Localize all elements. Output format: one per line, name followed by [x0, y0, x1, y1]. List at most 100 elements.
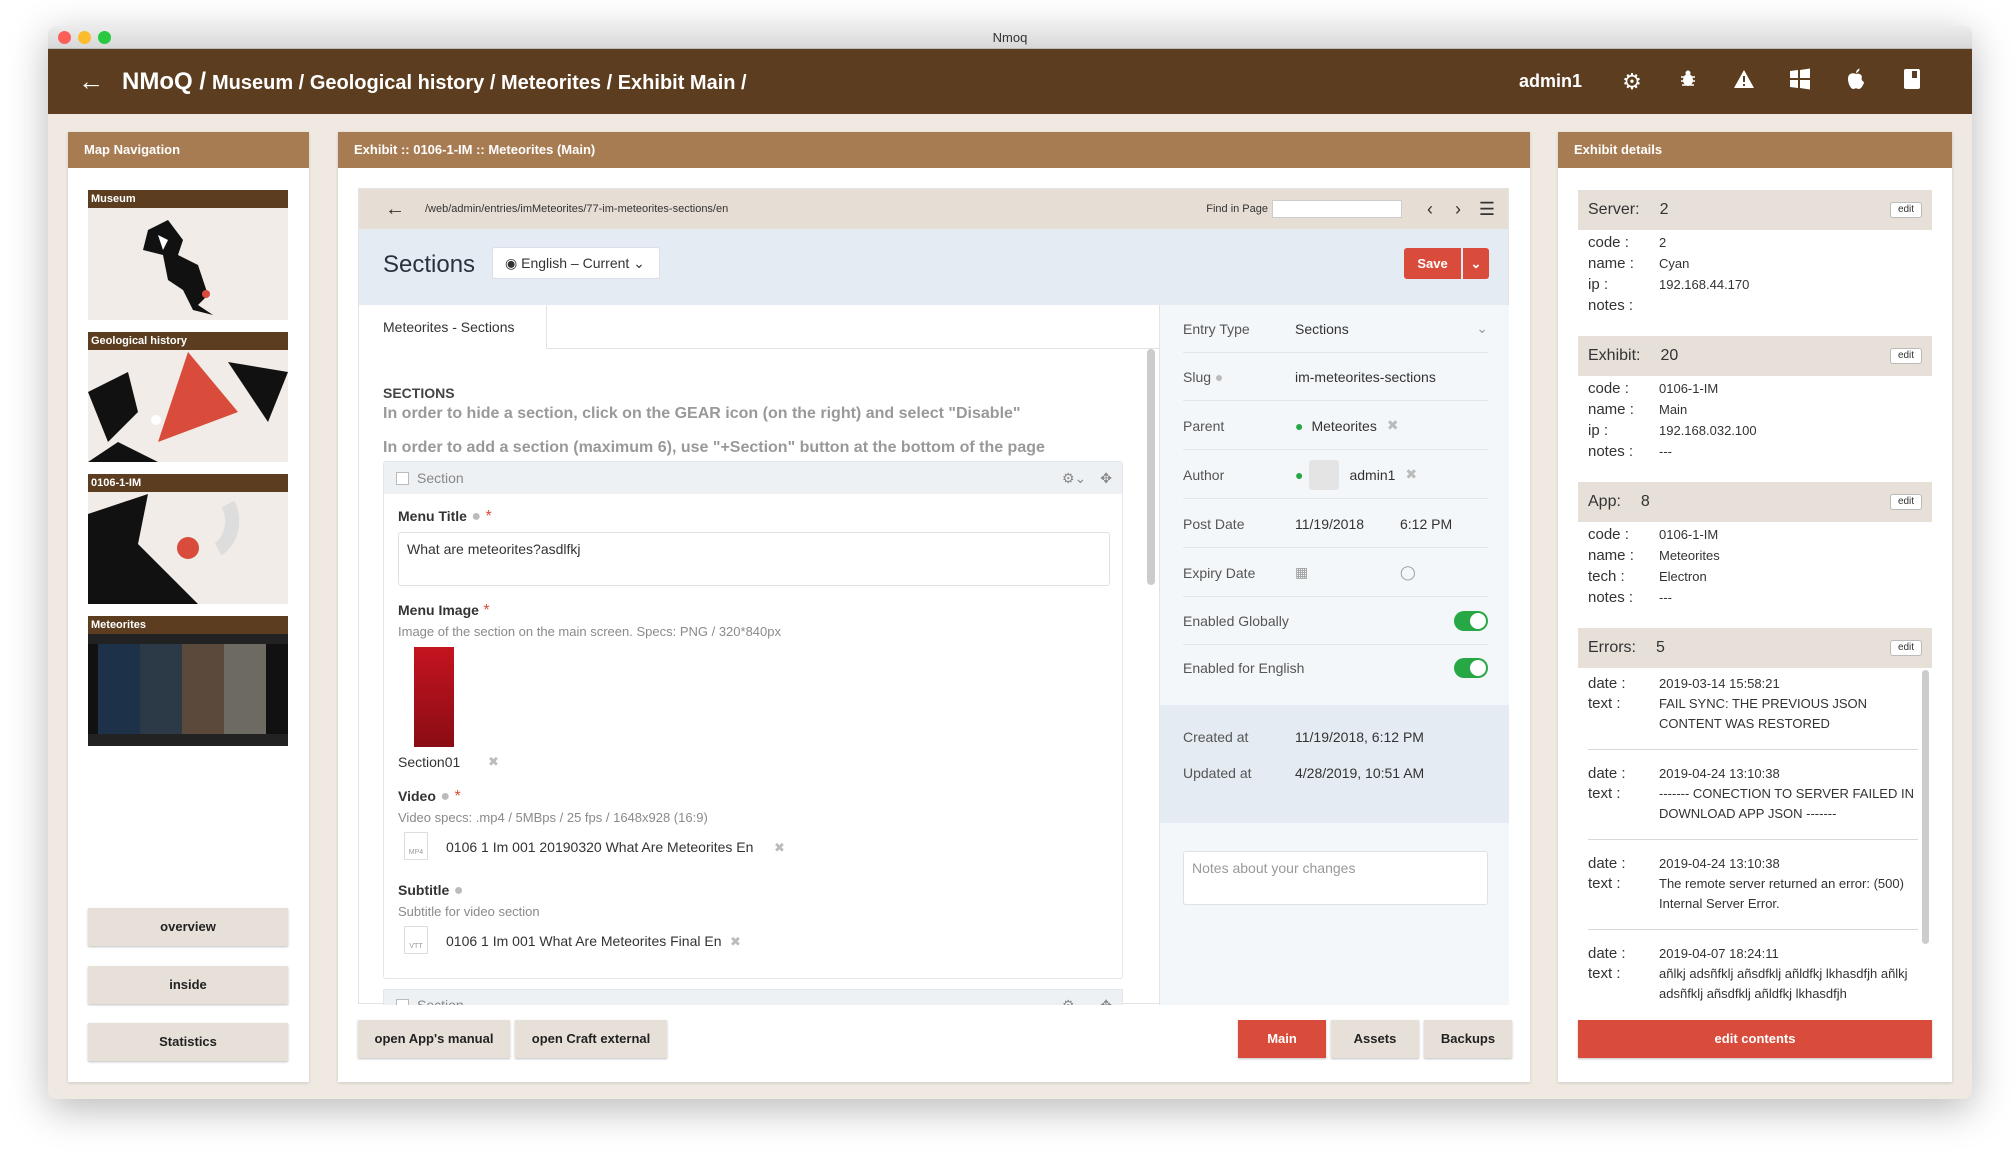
- move-icon[interactable]: ✥: [1100, 470, 1112, 487]
- app-value: 8: [1640, 493, 1650, 510]
- breadcrumb-item[interactable]: Geological history /: [310, 72, 496, 95]
- book-icon[interactable]: [1884, 68, 1940, 96]
- enabled-english-toggle[interactable]: [1454, 658, 1488, 678]
- gear-icon[interactable]: ⚙⌄: [1062, 997, 1086, 1006]
- tab-meteorites-sections[interactable]: Meteorites - Sections: [359, 305, 547, 349]
- chevron-down-icon: ⌄: [1476, 320, 1488, 336]
- app-header: App: 8 edit: [1578, 482, 1932, 522]
- chevron-down-icon: ⌄: [633, 255, 645, 271]
- panel-title: Exhibit :: 0106-1-IM :: Meteorites (Main…: [338, 132, 1530, 168]
- slug-row[interactable]: Slug ● im-meteorites-sections: [1183, 353, 1488, 401]
- clock-icon[interactable]: ◯: [1400, 564, 1416, 581]
- edit-exhibit-button[interactable]: edit: [1890, 348, 1922, 364]
- remove-icon[interactable]: ✖: [1387, 417, 1399, 434]
- chevron-left-icon[interactable]: ‹: [1416, 199, 1444, 220]
- vtt-file-icon: VTT: [404, 926, 428, 954]
- move-icon[interactable]: ✥: [1100, 997, 1112, 1006]
- remove-icon[interactable]: ✖: [1405, 466, 1417, 483]
- tab-row: Meteorites - Sections: [359, 305, 1159, 349]
- info-icon: ●: [1214, 368, 1224, 385]
- edit-server-button[interactable]: edit: [1890, 202, 1922, 218]
- error-list: date :2019-03-14 15:58:21 date : text :F…: [1558, 668, 1952, 1005]
- section-checkbox[interactable]: [396, 998, 409, 1005]
- statistics-button[interactable]: Statistics: [88, 1023, 288, 1061]
- edit-app-button[interactable]: edit: [1890, 494, 1922, 510]
- find-input[interactable]: [1272, 200, 1402, 218]
- section-checkbox[interactable]: [396, 471, 409, 485]
- breadcrumb-item[interactable]: Meteorites /: [501, 72, 612, 95]
- notes-textarea[interactable]: Notes about your changes: [1183, 851, 1488, 905]
- parent-row[interactable]: Parent ● Meteorites ✖: [1183, 402, 1488, 450]
- server-header: Server: 2 edit: [1578, 190, 1932, 230]
- breadcrumb-item[interactable]: Exhibit Main /: [618, 72, 747, 95]
- thumb-museum[interactable]: Museum: [88, 190, 288, 320]
- created-value: 11/19/2018, 6:12 PM: [1295, 729, 1424, 745]
- form-scrollbar[interactable]: [1147, 349, 1155, 585]
- server-value: 2: [1659, 201, 1669, 218]
- panel-title: Exhibit details: [1558, 132, 1952, 168]
- assets-button[interactable]: Assets: [1331, 1020, 1419, 1058]
- remove-icon[interactable]: ✖: [774, 840, 785, 856]
- main-button[interactable]: Main: [1238, 1020, 1326, 1058]
- language-select[interactable]: ◉ English – Current ⌄: [492, 247, 660, 279]
- username[interactable]: admin1: [1519, 71, 1582, 92]
- apple-icon[interactable]: [1828, 68, 1884, 96]
- url-text[interactable]: /web/admin/entries/imMeteorites/77-im-me…: [425, 203, 728, 215]
- embedded-cms: ← /web/admin/entries/imMeteorites/77-im-…: [358, 188, 1509, 1005]
- errors-label: Errors:: [1588, 639, 1636, 656]
- app-bar: ← NMoQ / Museum / Geological history / M…: [48, 49, 1972, 114]
- minimize-window-icon[interactable]: [78, 31, 91, 44]
- chevron-right-icon[interactable]: ›: [1444, 199, 1472, 220]
- warning-icon[interactable]: [1716, 69, 1772, 95]
- breadcrumb-brand[interactable]: NMoQ /: [122, 68, 206, 96]
- post-date-row[interactable]: Post Date 11/19/2018 6:12 PM: [1183, 500, 1488, 548]
- video-label: Video ● *: [398, 788, 461, 805]
- open-craft-button[interactable]: open Craft external: [515, 1020, 667, 1058]
- menu-icon[interactable]: ☰: [1472, 199, 1502, 220]
- subtitle-filename[interactable]: 0106 1 Im 001 What Are Meteorites Final …: [446, 933, 721, 949]
- open-manual-button[interactable]: open App's manual: [358, 1020, 510, 1058]
- menu-image-hint: Image of the section on the main screen.…: [398, 624, 781, 639]
- thumb-0106-1-im[interactable]: 0106-1-IM: [88, 474, 288, 604]
- post-time-value: 6:12 PM: [1400, 515, 1453, 532]
- thumb-meteorites[interactable]: Meteorites: [88, 616, 288, 746]
- back-arrow-icon[interactable]: ←: [78, 66, 104, 97]
- section-form: SECTIONS In order to hide a section, cli…: [359, 349, 1159, 1005]
- gear-icon[interactable]: ⚙⌄: [1062, 470, 1086, 487]
- bug-icon[interactable]: [1660, 69, 1716, 95]
- slug-value: im-meteorites-sections: [1295, 368, 1436, 385]
- entry-type-row[interactable]: Entry Type Sections ⌄: [1183, 305, 1488, 353]
- video-filename[interactable]: 0106 1 Im 001 20190320 What Are Meteorit…: [446, 839, 753, 855]
- enabled-globally-toggle[interactable]: [1454, 610, 1488, 631]
- expiry-date-row[interactable]: Expiry Date ▦ ◯: [1183, 549, 1488, 597]
- geological-map-image: [88, 352, 288, 462]
- overview-button[interactable]: overview: [88, 908, 288, 946]
- remove-icon[interactable]: ✖: [488, 754, 499, 770]
- windows-icon[interactable]: [1772, 68, 1828, 96]
- menu-title-input[interactable]: What are meteorites?asdlfkj: [398, 532, 1110, 586]
- remove-icon[interactable]: ✖: [730, 934, 741, 950]
- created-label: Created at: [1183, 729, 1249, 745]
- menu-title-label: Menu Title ● *: [398, 508, 492, 525]
- thumb-geological-history[interactable]: Geological history: [88, 332, 288, 462]
- maximize-window-icon[interactable]: [98, 31, 111, 44]
- save-options-chevron-icon[interactable]: ⌄: [1463, 248, 1489, 279]
- breadcrumb-item[interactable]: Museum /: [212, 72, 304, 95]
- menu-image-thumbnail[interactable]: [414, 647, 454, 747]
- save-button[interactable]: Save: [1404, 248, 1461, 279]
- calendar-icon[interactable]: ▦: [1295, 564, 1400, 581]
- app-info: code :0106-1-IM name : Meteorites tech :E…: [1588, 526, 1720, 606]
- author-row[interactable]: Author ● admin1 ✖: [1183, 451, 1488, 499]
- entry-meta-sidebar: Entry Type Sections ⌄ Slug ● im-meteorites-…: [1159, 305, 1509, 1005]
- window-title: Nmoq: [992, 30, 1028, 45]
- backups-button[interactable]: Backups: [1424, 1020, 1512, 1058]
- gear-icon[interactable]: ⚙: [1604, 69, 1660, 95]
- back-arrow-icon[interactable]: ←: [385, 198, 425, 221]
- section-header: Sections ◉ English – Current ⌄ Save ⌄: [359, 229, 1508, 305]
- close-window-icon[interactable]: [58, 31, 71, 44]
- edit-errors-button[interactable]: edit: [1890, 640, 1922, 656]
- inside-button[interactable]: inside: [88, 966, 288, 1004]
- edit-contents-button[interactable]: edit contents: [1578, 1020, 1932, 1058]
- error-list-scrollbar[interactable]: [1922, 670, 1929, 944]
- subtitle-hint: Subtitle for video section: [398, 904, 540, 919]
